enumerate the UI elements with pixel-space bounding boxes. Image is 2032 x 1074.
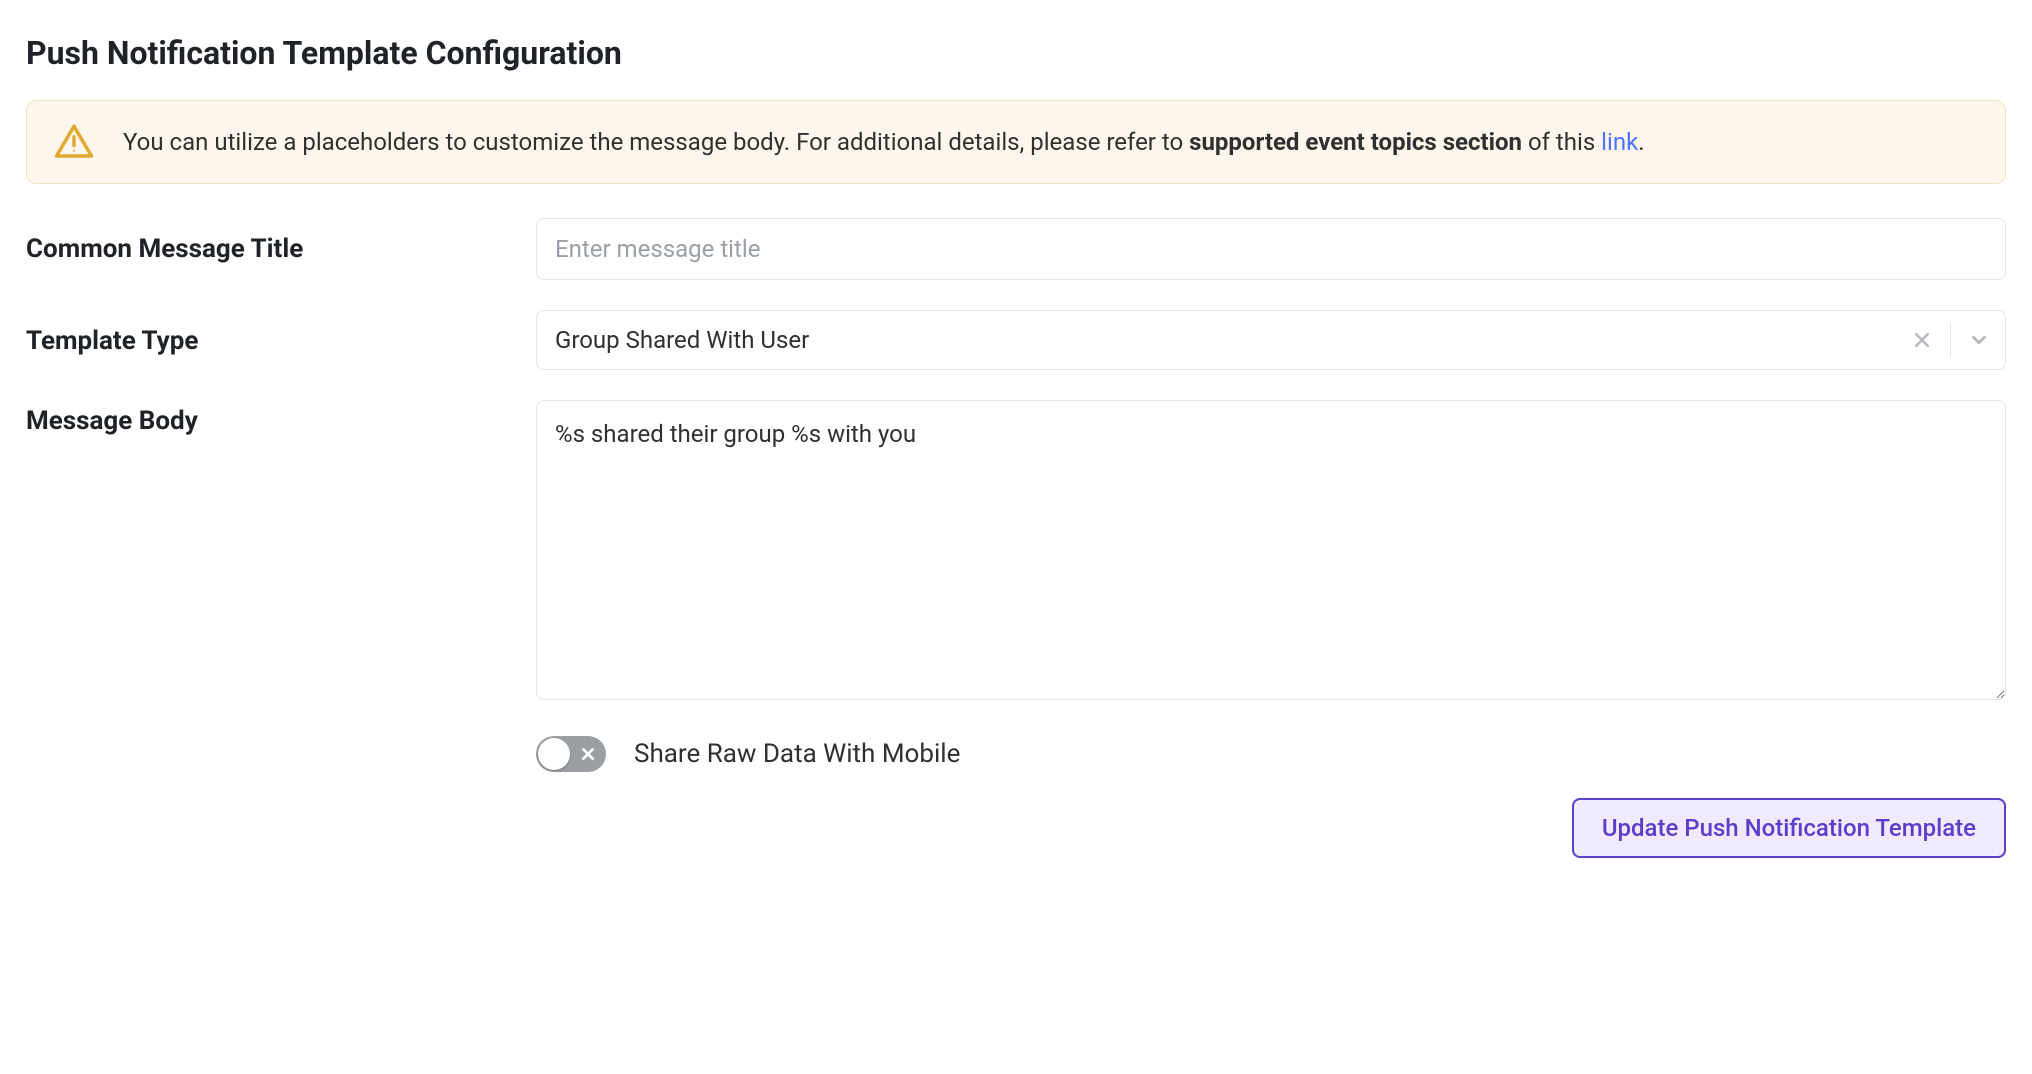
share-toggle-row: Share Raw Data With Mobile (536, 736, 2006, 772)
actions-bar: Update Push Notification Template (26, 798, 2006, 858)
field-col (536, 218, 2006, 280)
share-toggle-label: Share Raw Data With Mobile (634, 739, 960, 769)
page-root: Push Notification Template Configuration… (0, 0, 2032, 898)
template-type-value: Group Shared With User (555, 316, 1900, 364)
field-col (536, 400, 2006, 706)
chevron-down-icon[interactable] (1957, 318, 2001, 362)
alert-text: You can utilize a placeholders to custom… (123, 125, 1979, 160)
message-body-label: Message Body (26, 402, 198, 436)
row-template-type: Template Type Group Shared With User (26, 310, 2006, 370)
info-alert: You can utilize a placeholders to custom… (26, 100, 2006, 184)
label-col: Template Type (26, 310, 536, 356)
update-template-button[interactable]: Update Push Notification Template (1572, 798, 2006, 858)
select-divider (1950, 322, 1951, 358)
row-message-body: Message Body (26, 400, 2006, 706)
label-col: Common Message Title (26, 218, 536, 264)
share-raw-toggle[interactable] (536, 736, 606, 772)
warning-icon (53, 121, 95, 163)
page-title: Push Notification Template Configuration (26, 34, 2006, 72)
close-icon (580, 746, 596, 762)
field-col: Group Shared With User (536, 310, 2006, 370)
label-col-empty (26, 736, 536, 752)
row-message-title: Common Message Title (26, 218, 2006, 280)
message-body-textarea[interactable] (536, 400, 2006, 700)
label-col: Message Body (26, 400, 536, 436)
field-col: Share Raw Data With Mobile (536, 736, 2006, 772)
alert-link[interactable]: link (1601, 128, 1638, 156)
message-title-input[interactable] (536, 218, 2006, 280)
template-type-label: Template Type (26, 326, 198, 356)
alert-text-suffix: . (1638, 128, 1644, 156)
alert-text-prefix: You can utilize a placeholders to custom… (123, 128, 1189, 156)
toggle-knob (538, 738, 570, 770)
alert-text-bold: supported event topics section (1189, 128, 1522, 156)
template-type-select[interactable]: Group Shared With User (536, 310, 2006, 370)
row-share-toggle: Share Raw Data With Mobile (26, 736, 2006, 772)
clear-icon[interactable] (1900, 318, 1944, 362)
alert-text-mid: of this (1522, 128, 1601, 156)
message-title-label: Common Message Title (26, 234, 303, 264)
